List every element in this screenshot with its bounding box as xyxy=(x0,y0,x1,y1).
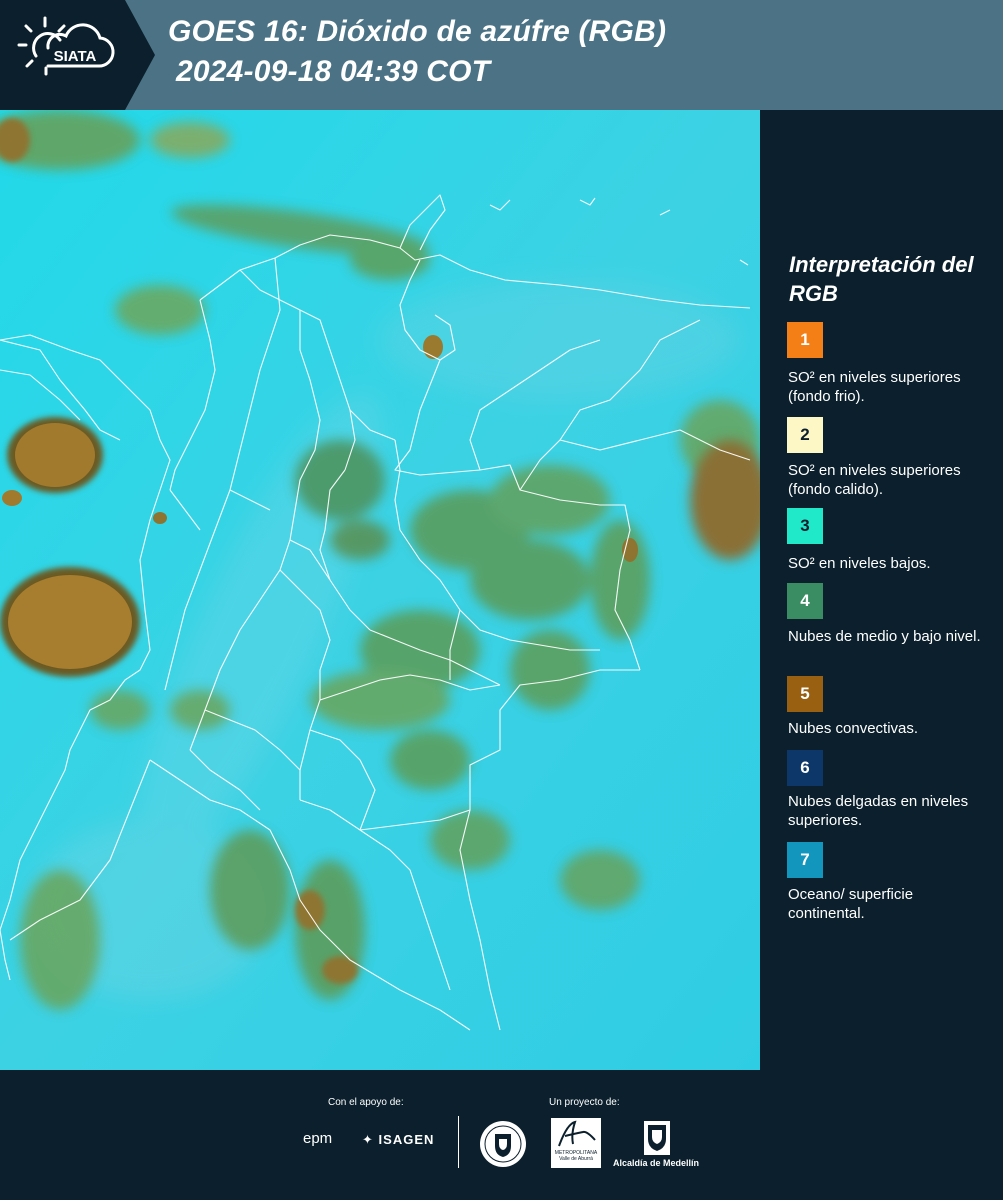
header: SIATA GOES 16: Dióxido de azúfre (RGB) 2… xyxy=(0,0,1003,110)
title-product: GOES 16: Dióxido de azúfre (RGB) xyxy=(168,15,667,48)
amva-script-icon xyxy=(558,1120,596,1147)
legend-swatch-3: 3 xyxy=(787,508,823,544)
legend-title: Interpretación del RGB xyxy=(789,252,974,306)
project-label: Un proyecto de: xyxy=(549,1097,620,1108)
satellite-map xyxy=(0,110,760,1070)
legend-label-2: SO² en niveles superiores (fondo calido)… xyxy=(788,462,961,498)
legend-label-5: Nubes convectivas. xyxy=(788,720,919,737)
amva-text: METROPOLITANA Valle de Aburrá xyxy=(554,1150,598,1162)
legend-swatch-1: 1 xyxy=(787,322,823,358)
footer-divider xyxy=(458,1116,459,1168)
legend-label-6: Nubes delgadas en niveles superiores. xyxy=(788,793,969,829)
legend-label-3: SO² en niveles bajos. xyxy=(788,555,931,572)
siata-logo-text: SIATA xyxy=(54,48,97,65)
legend-swatch-7: 7 xyxy=(787,842,823,878)
legend-swatch-6: 6 xyxy=(787,750,823,786)
medellin-seal-icon xyxy=(480,1121,526,1167)
isagen-logo-text: ISAGEN xyxy=(378,1132,435,1147)
isagen-logo: ✦ ISAGEN xyxy=(362,1132,434,1148)
alcaldia-shield-icon xyxy=(644,1121,670,1155)
logo-block: SIATA xyxy=(0,0,155,110)
legend-panel: Interpretación del RGB 1 SO² en niveles … xyxy=(760,110,1003,1070)
legend-swatch-4: 4 xyxy=(787,583,823,619)
legend-label-1: SO² en niveles superiores (fondo frio). xyxy=(788,369,961,405)
footer: Con el apoyo de: Un proyecto de: epm ✦ I… xyxy=(0,1070,1003,1200)
legend-label-4: Nubes de medio y bajo nivel. xyxy=(788,628,981,645)
legend-swatch-2: 2 xyxy=(787,417,823,453)
alcaldia-label: Alcaldía de Medellín xyxy=(613,1158,700,1168)
support-label: Con el apoyo de: xyxy=(328,1097,404,1108)
title-datetime: 2024-09-18 04:39 COT xyxy=(176,55,491,88)
legend-label-7: Oceano/ superficie continental. xyxy=(788,886,914,922)
legend-swatch-5: 5 xyxy=(787,676,823,712)
isagen-mark-icon: ✦ xyxy=(362,1132,374,1147)
epm-logo: epm xyxy=(303,1130,333,1147)
